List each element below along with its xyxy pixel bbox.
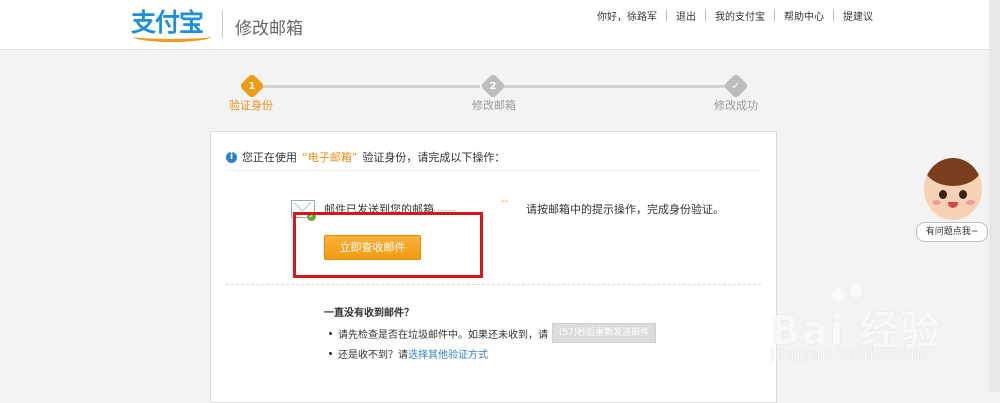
step-2-number: 2 [489, 80, 497, 92]
verification-panel: i 您正在使用 “电子邮箱” 验证身份，请完成以下操作： ✓ 邮件已发送到您的邮… [210, 131, 777, 403]
paw-icon [850, 284, 862, 298]
help-bubble[interactable]: 有问题点我~ [916, 222, 988, 242]
logo-arc-icon [133, 31, 211, 42]
open-mail-button[interactable]: 立即查收邮件 [324, 235, 421, 260]
step-1-number: 1 [248, 80, 256, 92]
step-connector [502, 85, 726, 88]
dashed-divider [226, 284, 761, 285]
watermark-url: jingyan.baidu.com [770, 344, 927, 363]
baidu-watermark: Bai 经验 jingyan.baidu.com [770, 282, 985, 392]
info-highlight: “电子邮箱” [302, 151, 358, 164]
avatar-blush [932, 200, 941, 205]
nav-logout[interactable]: 退出 [667, 8, 705, 23]
step-1-label: 验证身份 [229, 99, 273, 112]
step-connector [258, 85, 480, 88]
step-1-marker: 1 [239, 73, 265, 99]
page-title: 修改邮箱 [235, 19, 303, 39]
masked-email-tail: -- [501, 196, 509, 207]
header-divider [222, 10, 223, 38]
other-verification-link[interactable]: 选择其他验证方式 [408, 346, 488, 361]
tip-2-prefix: 还是收不到？请 [338, 350, 408, 361]
tip-row-1: 请先检查是否在垃圾邮件中。如果还未收到，请 (57)秒后重新发送邮件 [329, 323, 656, 343]
avatar-eye [959, 190, 967, 199]
bullet-icon [329, 352, 332, 355]
tip-1-text: 请先检查是否在垃圾邮件中。如果还未收到，请 [338, 329, 548, 341]
info-suffix: 验证身份，请完成以下操作： [362, 151, 506, 164]
step-3-label: 修改成功 [714, 99, 758, 112]
nav-greeting[interactable]: 你好，徐路军 [588, 8, 666, 23]
resend-button[interactable]: (57)秒后重新发送邮件 [552, 323, 656, 343]
tip-row-2: 还是收不到？请 选择其他验证方式 [329, 346, 488, 361]
avatar-eye [939, 190, 947, 199]
no-mail-title: 一直没有收到邮件？ [324, 308, 414, 319]
check-icon: ✓ [731, 80, 741, 92]
avatar-blush [966, 200, 975, 205]
assistant-avatar[interactable] [924, 158, 982, 220]
info-line: i 您正在使用 “电子邮箱” 验证身份，请完成以下操作： [226, 149, 505, 165]
divider [226, 170, 761, 171]
nav-help-center[interactable]: 帮助中心 [775, 8, 833, 23]
top-nav: 你好，徐路军 退出 我的支付宝 帮助中心 提建议 [588, 8, 882, 23]
step-2-marker: 2 [480, 73, 506, 99]
nav-my-alipay[interactable]: 我的支付宝 [706, 8, 774, 23]
top-header: 支付宝 修改邮箱 你好，徐路军 退出 我的支付宝 帮助中心 提建议 [0, 0, 1000, 50]
page-scrollbar[interactable] [989, 0, 1000, 392]
follow-instructions: 请按邮箱中的提示操作，完成身份验证。 [526, 203, 724, 216]
step-2-label: 修改邮箱 [472, 99, 516, 112]
avatar-hair [924, 158, 982, 186]
info-icon: i [226, 151, 237, 163]
avatar-mouth [948, 202, 958, 208]
step-progress: 1 验证身份 2 修改邮箱 ✓ 修改成功 [0, 72, 1000, 112]
nav-feedback[interactable]: 提建议 [834, 8, 882, 23]
alipay-logo[interactable]: 支付宝 [131, 6, 213, 42]
step-3-marker: ✓ [723, 73, 749, 99]
help-assistant[interactable]: 有问题点我~ [916, 158, 988, 246]
bullet-icon [329, 331, 332, 335]
info-prefix: 您正在使用 [242, 151, 297, 164]
